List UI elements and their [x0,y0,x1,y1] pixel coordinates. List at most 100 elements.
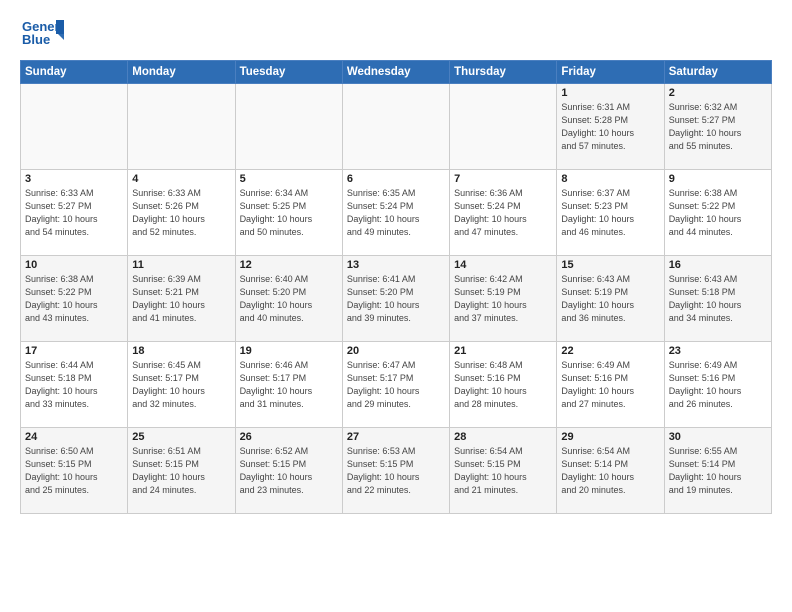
calendar-cell: 20Sunrise: 6:47 AM Sunset: 5:17 PM Dayli… [342,342,449,428]
day-info: Sunrise: 6:54 AM Sunset: 5:15 PM Dayligh… [454,445,552,497]
day-info: Sunrise: 6:41 AM Sunset: 5:20 PM Dayligh… [347,273,445,325]
day-number: 2 [669,87,767,99]
calendar-week-0: 1 Sunrise: 6:31 AM Sunset: 5:28 PM Daylig… [21,84,772,170]
day-number: 9 [669,173,767,185]
calendar-cell: 2 Sunrise: 6:32 AM Sunset: 5:27 PM Daylig… [664,84,771,170]
weekday-header-thursday: Thursday [450,61,557,84]
day-info: Sunrise: 6:49 AM Sunset: 5:16 PM Dayligh… [669,359,767,411]
day-number: 12 [240,259,338,271]
calendar-cell: 26 Sunrise: 6:52 AM Sunset: 5:15 PM Dayli… [235,428,342,514]
calendar-cell [235,84,342,170]
day-info: Sunrise: 6:32 AM Sunset: 5:27 PM Dayligh… [669,101,767,153]
day-info: Sunrise: 6:48 AM Sunset: 5:16 PM Dayligh… [454,359,552,411]
day-info: Sunrise: 6:52 AM Sunset: 5:15 PM Dayligh… [240,445,338,497]
weekday-header-wednesday: Wednesday [342,61,449,84]
weekday-header-monday: Monday [128,61,235,84]
calendar-cell: 21 Sunrise: 6:48 AM Sunset: 5:16 PM Dayli… [450,342,557,428]
calendar-week-3: 17 Sunrise: 6:44 AM Sunset: 5:18 PM Dayli… [21,342,772,428]
calendar-cell: 19 Sunrise: 6:46 AM Sunset: 5:17 PM Dayli… [235,342,342,428]
weekday-row: SundayMondayTuesdayWednesdayThursdayFrid… [21,61,772,84]
calendar-body: 1 Sunrise: 6:31 AM Sunset: 5:28 PM Daylig… [21,84,772,514]
calendar-cell: 30Sunrise: 6:55 AM Sunset: 5:14 PM Dayli… [664,428,771,514]
day-number: 7 [454,173,552,185]
calendar-cell: 28Sunrise: 6:54 AM Sunset: 5:15 PM Dayli… [450,428,557,514]
day-number: 17 [25,345,123,357]
day-number: 22 [561,345,659,357]
day-number: 18 [132,345,230,357]
page-header: General Blue [20,16,772,52]
day-number: 29 [561,431,659,443]
calendar-header: SundayMondayTuesdayWednesdayThursdayFrid… [21,61,772,84]
day-info: Sunrise: 6:36 AM Sunset: 5:24 PM Dayligh… [454,187,552,239]
day-number: 26 [240,431,338,443]
calendar-cell: 8 Sunrise: 6:37 AM Sunset: 5:23 PM Daylig… [557,170,664,256]
calendar-cell: 16 Sunrise: 6:43 AM Sunset: 5:18 PM Dayli… [664,256,771,342]
calendar-cell: 12Sunrise: 6:40 AM Sunset: 5:20 PM Dayli… [235,256,342,342]
calendar-week-1: 3 Sunrise: 6:33 AM Sunset: 5:27 PM Daylig… [21,170,772,256]
calendar-cell: 14Sunrise: 6:42 AM Sunset: 5:19 PM Dayli… [450,256,557,342]
calendar-week-4: 24Sunrise: 6:50 AM Sunset: 5:15 PM Dayli… [21,428,772,514]
day-number: 4 [132,173,230,185]
day-number: 8 [561,173,659,185]
day-number: 5 [240,173,338,185]
calendar-cell [450,84,557,170]
calendar-cell: 1 Sunrise: 6:31 AM Sunset: 5:28 PM Daylig… [557,84,664,170]
day-number: 15 [561,259,659,271]
calendar-cell: 11 Sunrise: 6:39 AM Sunset: 5:21 PM Dayli… [128,256,235,342]
day-number: 23 [669,345,767,357]
day-info: Sunrise: 6:34 AM Sunset: 5:25 PM Dayligh… [240,187,338,239]
weekday-header-saturday: Saturday [664,61,771,84]
calendar-week-2: 10 Sunrise: 6:38 AM Sunset: 5:22 PM Dayli… [21,256,772,342]
day-info: Sunrise: 6:53 AM Sunset: 5:15 PM Dayligh… [347,445,445,497]
weekday-header-tuesday: Tuesday [235,61,342,84]
calendar-cell: 18Sunrise: 6:45 AM Sunset: 5:17 PM Dayli… [128,342,235,428]
day-info: Sunrise: 6:50 AM Sunset: 5:15 PM Dayligh… [25,445,123,497]
calendar-cell: 10 Sunrise: 6:38 AM Sunset: 5:22 PM Dayli… [21,256,128,342]
calendar-cell: 23 Sunrise: 6:49 AM Sunset: 5:16 PM Dayli… [664,342,771,428]
calendar-cell [342,84,449,170]
calendar-cell: 29 Sunrise: 6:54 AM Sunset: 5:14 PM Dayli… [557,428,664,514]
day-number: 16 [669,259,767,271]
day-info: Sunrise: 6:33 AM Sunset: 5:27 PM Dayligh… [25,187,123,239]
day-info: Sunrise: 6:31 AM Sunset: 5:28 PM Dayligh… [561,101,659,153]
calendar-cell: 5 Sunrise: 6:34 AM Sunset: 5:25 PM Daylig… [235,170,342,256]
day-number: 10 [25,259,123,271]
day-number: 25 [132,431,230,443]
calendar-cell: 4Sunrise: 6:33 AM Sunset: 5:26 PM Daylig… [128,170,235,256]
calendar-cell: 13 Sunrise: 6:41 AM Sunset: 5:20 PM Dayli… [342,256,449,342]
day-number: 19 [240,345,338,357]
day-info: Sunrise: 6:37 AM Sunset: 5:23 PM Dayligh… [561,187,659,239]
calendar-cell: 27 Sunrise: 6:53 AM Sunset: 5:15 PM Dayli… [342,428,449,514]
day-info: Sunrise: 6:38 AM Sunset: 5:22 PM Dayligh… [25,273,123,325]
svg-text:Blue: Blue [22,32,50,47]
weekday-header-sunday: Sunday [21,61,128,84]
day-info: Sunrise: 6:43 AM Sunset: 5:18 PM Dayligh… [669,273,767,325]
day-info: Sunrise: 6:44 AM Sunset: 5:18 PM Dayligh… [25,359,123,411]
logo: General Blue [20,16,64,52]
calendar-cell [21,84,128,170]
calendar-cell [128,84,235,170]
calendar: SundayMondayTuesdayWednesdayThursdayFrid… [20,60,772,514]
day-number: 27 [347,431,445,443]
calendar-cell: 9Sunrise: 6:38 AM Sunset: 5:22 PM Daylig… [664,170,771,256]
calendar-cell: 17 Sunrise: 6:44 AM Sunset: 5:18 PM Dayli… [21,342,128,428]
day-number: 1 [561,87,659,99]
day-info: Sunrise: 6:43 AM Sunset: 5:19 PM Dayligh… [561,273,659,325]
day-info: Sunrise: 6:49 AM Sunset: 5:16 PM Dayligh… [561,359,659,411]
day-number: 14 [454,259,552,271]
day-number: 11 [132,259,230,271]
calendar-cell: 22 Sunrise: 6:49 AM Sunset: 5:16 PM Dayli… [557,342,664,428]
logo-icon: General Blue [20,16,64,52]
day-number: 3 [25,173,123,185]
day-info: Sunrise: 6:51 AM Sunset: 5:15 PM Dayligh… [132,445,230,497]
day-info: Sunrise: 6:46 AM Sunset: 5:17 PM Dayligh… [240,359,338,411]
calendar-cell: 24Sunrise: 6:50 AM Sunset: 5:15 PM Dayli… [21,428,128,514]
day-number: 13 [347,259,445,271]
day-number: 21 [454,345,552,357]
weekday-header-friday: Friday [557,61,664,84]
day-info: Sunrise: 6:35 AM Sunset: 5:24 PM Dayligh… [347,187,445,239]
calendar-cell: 15 Sunrise: 6:43 AM Sunset: 5:19 PM Dayli… [557,256,664,342]
day-info: Sunrise: 6:39 AM Sunset: 5:21 PM Dayligh… [132,273,230,325]
day-info: Sunrise: 6:54 AM Sunset: 5:14 PM Dayligh… [561,445,659,497]
day-number: 6 [347,173,445,185]
